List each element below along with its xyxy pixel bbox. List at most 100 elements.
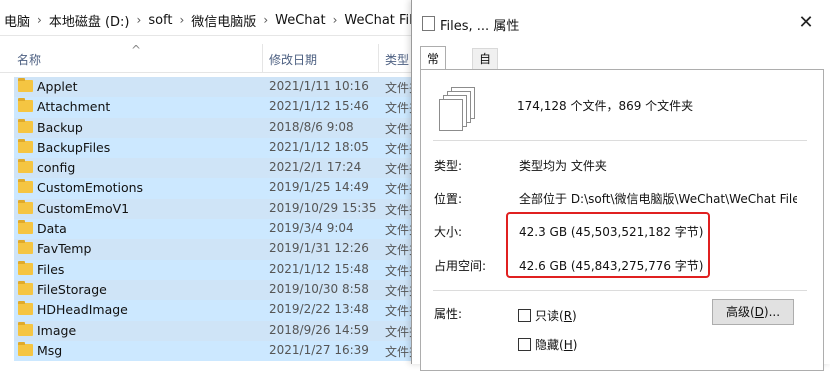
checkbox-box[interactable] — [518, 309, 531, 322]
breadcrumb-item[interactable]: soft — [144, 13, 176, 28]
type-label: 类型: — [434, 159, 463, 173]
file-date: 2019/10/29 15:35 — [269, 200, 377, 215]
file-type: 文件夹 — [385, 182, 411, 197]
file-name: Msg — [37, 342, 63, 358]
file-count-summary: 174,128 个文件，869 个文件夹 — [517, 99, 694, 113]
file-date: 2021/1/12 15:46 — [269, 99, 369, 114]
files-document-icon — [422, 16, 435, 31]
folder-icon — [18, 220, 33, 235]
tab-custom[interactable]: 自定义 — [472, 48, 499, 108]
breadcrumb-separator-icon: › — [136, 13, 142, 27]
file-date: 2019/1/31 12:26 — [269, 241, 369, 256]
column-header-type[interactable]: 类型 — [385, 51, 409, 68]
file-name: FileStorage — [37, 281, 107, 297]
column-divider[interactable] — [378, 44, 379, 72]
folder-icon — [18, 301, 33, 316]
type-value: 类型均为 文件夹 — [519, 159, 607, 173]
breadcrumb-item[interactable]: 电脑 — [0, 11, 34, 30]
file-row[interactable]: CustomEmoV1 2019/10/29 15:35 文件夹 — [14, 198, 411, 220]
breadcrumb-item[interactable]: 本地磁盘 (D:) — [45, 11, 134, 30]
advanced-button[interactable]: 高级(D)... — [712, 299, 794, 325]
folder-icon — [18, 260, 33, 275]
divider — [433, 290, 807, 291]
file-type: 文件夹 — [385, 304, 411, 319]
folder-icon — [18, 341, 33, 356]
file-date: 2019/10/30 8:58 — [269, 281, 369, 296]
file-row[interactable]: Msg 2021/1/27 16:39 文件夹 — [14, 340, 411, 362]
folder-icon — [18, 78, 33, 92]
file-name: Files — [37, 261, 65, 277]
file-name: BackupFiles — [37, 139, 111, 155]
tab-general[interactable]: 常规 — [420, 46, 447, 90]
file-row[interactable]: FileStorage 2019/10/30 8:58 文件夹 — [14, 279, 411, 301]
folder-icon — [18, 159, 33, 174]
file-row[interactable]: config 2021/2/1 17:24 文件夹 — [14, 158, 411, 179]
readonly-label-prefix: 只读( — [535, 309, 564, 323]
advanced-accesskey: D — [754, 305, 764, 319]
file-row[interactable]: Files 2021/1/12 15:48 文件夹 — [14, 259, 411, 280]
file-name: config — [37, 160, 76, 176]
file-type: 文件夹 — [385, 141, 411, 156]
folder-icon — [18, 138, 33, 153]
file-row[interactable]: Applet 2021/1/11 10:16 文件夹 — [14, 77, 411, 98]
file-date: 2021/1/12 15:48 — [269, 261, 369, 276]
breadcrumb-separator-icon: › — [179, 13, 185, 27]
file-name: FavTemp — [37, 241, 92, 257]
file-date: 2021/1/27 16:39 — [269, 342, 369, 357]
dialog-title-bar[interactable]: Files, ... 属性 ✕ — [412, 8, 830, 40]
file-date: 2019/3/4 9:04 — [269, 221, 354, 236]
breadcrumb-item[interactable]: WeChat — [271, 13, 329, 28]
readonly-label-suffix: ) — [572, 308, 577, 323]
advanced-label-suffix: )... — [763, 305, 781, 319]
file-row[interactable]: BackupFiles 2021/1/12 18:05 文件夹 — [14, 137, 411, 159]
file-row[interactable]: CustomEmotions 2019/1/25 14:49 文件夹 — [14, 178, 411, 199]
file-name: Applet — [37, 79, 78, 94]
folder-icon — [18, 280, 33, 295]
file-type: 文件夹 — [385, 344, 411, 359]
file-date: 2021/1/12 18:05 — [269, 139, 369, 154]
readonly-accesskey: R — [563, 308, 573, 323]
close-button[interactable]: ✕ — [797, 14, 815, 32]
breadcrumb-separator-icon: › — [332, 13, 338, 27]
hidden-checkbox[interactable]: 隐藏(H) — [518, 336, 577, 353]
advanced-label-prefix: 高级( — [725, 305, 755, 319]
file-type: 文件夹 — [385, 101, 411, 116]
folder-icon — [18, 240, 33, 255]
file-date: 2019/2/22 13:48 — [269, 302, 369, 317]
file-name: Data — [37, 221, 67, 237]
file-row[interactable]: FavTemp 2019/1/31 12:26 文件夹 — [14, 239, 411, 260]
breadcrumb-item[interactable]: 微信电脑版 — [187, 11, 260, 30]
file-date: 2018/8/6 9:08 — [269, 119, 354, 134]
breadcrumb-separator-icon: › — [37, 13, 42, 27]
column-header-date[interactable]: 修改日期 — [269, 51, 317, 68]
column-header-name[interactable]: 名称 — [17, 51, 41, 68]
file-row[interactable]: Attachment 2021/1/12 15:46 文件夹 — [14, 97, 411, 118]
file-row[interactable]: HDHeadImage 2019/2/22 13:48 文件夹 — [14, 300, 411, 321]
file-date: 2018/9/26 14:59 — [269, 322, 369, 337]
file-name: CustomEmoV1 — [37, 200, 130, 216]
file-date: 2021/2/1 17:24 — [269, 160, 362, 175]
folder-icon — [18, 321, 33, 336]
file-date: 2019/1/25 14:49 — [269, 180, 369, 195]
file-type: 文件夹 — [385, 223, 411, 238]
folder-icon — [18, 98, 33, 113]
file-name: Attachment — [37, 99, 111, 115]
location-label: 位置: — [434, 192, 463, 206]
hidden-accesskey: H — [563, 337, 573, 352]
file-type: 文件夹 — [385, 202, 411, 217]
dialog-title: Files, ... 属性 — [440, 19, 520, 34]
file-type: 文件夹 — [385, 121, 411, 136]
column-divider[interactable] — [262, 44, 263, 72]
readonly-checkbox[interactable]: 只读(R) — [518, 307, 577, 324]
folder-icon — [18, 179, 33, 194]
checkbox-box[interactable] — [518, 338, 531, 351]
breadcrumb-separator-icon: › — [263, 13, 269, 27]
disk-size-label: 占用空间: — [434, 259, 487, 273]
location-value: 全部位于 D:\soft\微信电脑版\WeChat\WeChat Files\ — [519, 192, 797, 206]
file-row[interactable]: Backup 2018/8/6 9:08 文件夹 — [14, 117, 411, 138]
folder-icon — [18, 199, 33, 214]
attributes-label: 属性: — [434, 307, 463, 321]
file-row[interactable]: Image 2018/9/26 14:59 文件夹 — [14, 320, 411, 341]
file-type: 文件夹 — [385, 81, 411, 95]
file-row[interactable]: Data 2019/3/4 9:04 文件夹 — [14, 219, 411, 240]
